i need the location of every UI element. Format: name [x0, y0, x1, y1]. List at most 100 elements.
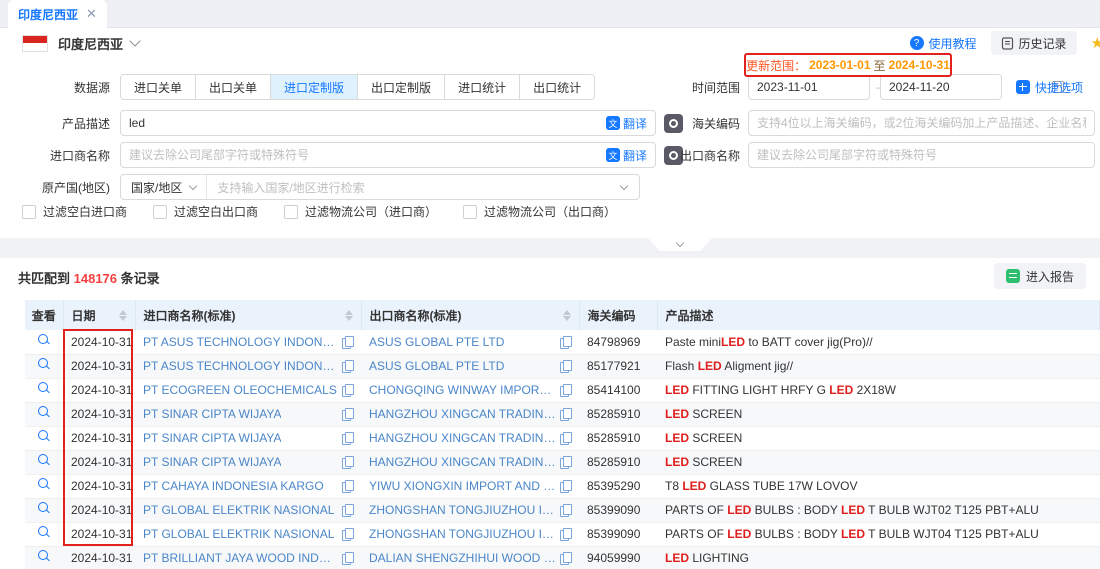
copy-icon[interactable] [560, 480, 571, 492]
copy-icon[interactable] [560, 408, 571, 420]
copy-icon[interactable] [560, 528, 571, 540]
chevron-down-icon [676, 238, 684, 246]
exporter-link[interactable]: ASUS GLOBAL PTE LTD [369, 335, 504, 349]
importer-link[interactable]: PT ECOGREEN OLEOCHEMICALS [143, 383, 337, 397]
view-record-icon[interactable] [38, 358, 51, 371]
close-icon[interactable]: ✕ [86, 6, 97, 22]
product-desc-cell: T8 LED GLASS TUBE 17W LOVOV [657, 474, 1100, 498]
copy-icon[interactable] [342, 504, 353, 516]
view-record-icon[interactable] [38, 430, 51, 443]
product-desc-cell: Flash LED Aligment jig// [657, 354, 1100, 378]
exporter-link[interactable]: HANGZHOU XINGCAN TRADING CO LTD [369, 407, 556, 421]
checkbox-filter-logistics-importer[interactable]: 过滤物流公司（进口商） [284, 203, 437, 220]
tab-import-custom[interactable]: 进口定制版 [271, 75, 358, 99]
view-record-icon[interactable] [38, 478, 51, 491]
importer-link[interactable]: PT GLOBAL ELEKTRIK NASIONAL [143, 503, 334, 517]
copy-icon[interactable] [560, 384, 571, 396]
chevron-down-icon[interactable] [129, 35, 140, 46]
copy-icon[interactable] [342, 480, 353, 492]
exporter-link[interactable]: YIWU XIONGXIN IMPORT AND EXPORT... [369, 479, 556, 493]
importer-link[interactable]: PT SINAR CIPTA WIJAYA [143, 407, 281, 421]
date-cell: 2024-10-31 [63, 354, 135, 378]
origin-label: 原产国(地区) [0, 179, 110, 196]
enter-report-button[interactable]: 进入报告 [994, 263, 1086, 289]
col-hs-code: 海关编码 [579, 300, 657, 330]
view-record-icon[interactable] [38, 526, 51, 539]
exporter-link[interactable]: ZHONGSHAN TONGJIUZHOU INTERNA... [369, 527, 556, 541]
sort-icon[interactable] [345, 310, 353, 321]
tab-export-declarations[interactable]: 出口关单 [196, 75, 271, 99]
copy-icon[interactable] [560, 504, 571, 516]
col-importer: 进口商名称(标准) [135, 300, 361, 330]
copy-icon[interactable] [560, 456, 571, 468]
sort-icon[interactable] [119, 310, 127, 321]
copy-icon[interactable] [342, 408, 353, 420]
tab-export-stats[interactable]: 出口统计 [520, 75, 594, 99]
tab-import-stats[interactable]: 进口统计 [445, 75, 520, 99]
exporter-link[interactable]: ZHONGSHAN TONGJIUZHOU INTERNA... [369, 503, 556, 517]
exporter-link[interactable]: HANGZHOU XINGCAN TRADING CO LTD [369, 455, 556, 469]
highlighted-term: LED [665, 431, 689, 445]
copy-icon[interactable] [342, 432, 353, 444]
highlighted-term: LED [665, 383, 689, 397]
exporter-link[interactable]: CHONGQING WINWAY IMPORT AND E... [369, 383, 556, 397]
quick-options-button[interactable]: 快捷选项 [1016, 79, 1083, 96]
view-record-icon[interactable] [38, 502, 51, 515]
chevron-down-icon[interactable] [620, 181, 628, 189]
copy-icon[interactable] [560, 336, 571, 348]
origin-select-value: 国家/地区 [131, 179, 182, 196]
importer-link[interactable]: PT ASUS TECHNOLOGY INDONESIA BA... [143, 359, 338, 373]
checkbox-filter-blank-importer[interactable]: 过滤空白进口商 [22, 203, 127, 220]
exporter-link[interactable]: ASUS GLOBAL PTE LTD [369, 359, 504, 373]
star-icon[interactable]: ★ [1091, 34, 1100, 52]
importer-link[interactable]: PT CAHAYA INDONESIA KARGO [143, 479, 324, 493]
importer-link[interactable]: PT ASUS TECHNOLOGY INDONESIA BA... [143, 335, 338, 349]
highlighted-term: LED [665, 407, 689, 421]
importer-link[interactable]: PT BRILLIANT JAYA WOOD INDUSTRY [143, 551, 338, 565]
checkbox-label: 过滤物流公司（出口商） [484, 203, 616, 220]
table-row: 2024-10-31PT CAHAYA INDONESIA KARGOYIWU … [25, 474, 1100, 498]
importer-link[interactable]: PT SINAR CIPTA WIJAYA [143, 431, 281, 445]
copy-icon[interactable] [560, 432, 571, 444]
exporter-link[interactable]: HANGZHOU XINGCAN TRADING CO LTD [369, 431, 556, 445]
origin-search-input[interactable]: 支持输入国家/地区进行检索 [207, 179, 621, 196]
checkbox-filter-blank-exporter[interactable]: 过滤空白出口商 [153, 203, 258, 220]
product-desc-input[interactable] [121, 112, 606, 134]
copy-icon[interactable] [342, 384, 353, 396]
copy-icon[interactable] [560, 360, 571, 372]
copy-icon[interactable] [342, 552, 353, 564]
tab-indonesia[interactable]: 印度尼西亚 ✕ [8, 0, 107, 28]
importer-link[interactable]: PT GLOBAL ELEKTRIK NASIONAL [143, 527, 334, 541]
copy-icon[interactable] [342, 360, 353, 372]
copy-icon[interactable] [342, 528, 353, 540]
col-view: 查看 [25, 300, 63, 330]
view-record-icon[interactable] [38, 454, 51, 467]
table-row: 2024-10-31PT ASUS TECHNOLOGY INDONESIA B… [25, 330, 1100, 354]
copy-icon[interactable] [342, 456, 353, 468]
sort-icon[interactable] [563, 310, 571, 321]
tab-export-custom[interactable]: 出口定制版 [358, 75, 445, 99]
product-desc-cell: LED SCREEN [657, 402, 1100, 426]
view-record-icon[interactable] [38, 406, 51, 419]
highlighted-term: LED [829, 383, 853, 397]
history-button[interactable]: 历史记录 [991, 31, 1077, 55]
checkbox-label: 过滤空白出口商 [174, 203, 258, 220]
checkbox-filter-logistics-exporter[interactable]: 过滤物流公司（出口商） [463, 203, 616, 220]
tab-import-declarations[interactable]: 进口关单 [121, 75, 196, 99]
importer-link[interactable]: PT SINAR CIPTA WIJAYA [143, 455, 281, 469]
tutorial-link[interactable]: ? 使用教程 [910, 35, 977, 52]
results-table-body: 2024-10-31 PT ASUS TECHNOLOGY INDONESIA B… [25, 330, 1100, 569]
importer-input[interactable] [121, 144, 606, 166]
exporter-input[interactable] [749, 144, 1094, 166]
country-name: 印度尼西亚 [58, 34, 123, 53]
view-record-icon[interactable] [38, 382, 51, 395]
importer-wrap: 文 翻译 [120, 142, 656, 168]
copy-icon[interactable] [560, 552, 571, 564]
exporter-link[interactable]: DALIAN SHENGZHIHUI WOOD INDUST... [369, 551, 556, 565]
hs-code-input[interactable] [749, 112, 1094, 134]
origin-type-select[interactable]: 国家/地区 [121, 175, 207, 199]
view-record-icon[interactable] [38, 334, 51, 347]
col-exporter-label: 出口商名称(标准) [370, 307, 462, 324]
view-record-icon[interactable] [38, 550, 51, 563]
copy-icon[interactable] [342, 336, 353, 348]
